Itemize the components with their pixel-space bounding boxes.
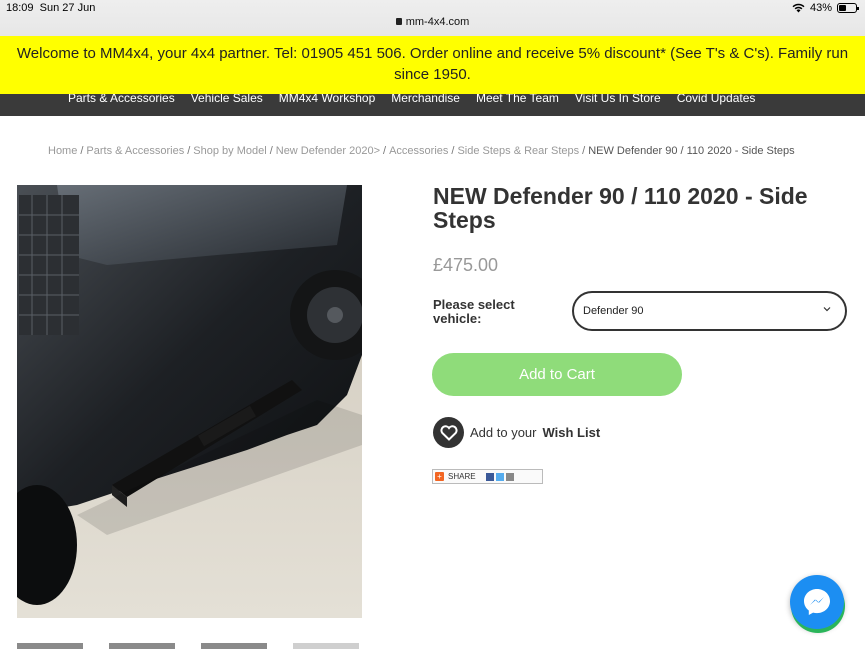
product-title: NEW Defender 90 / 110 2020 - Side Steps <box>433 183 808 233</box>
promo-text: Welcome to MM4x4, your 4x4 partner. Tel:… <box>16 45 849 83</box>
thumbnail-strip <box>17 643 359 649</box>
breadcrumb-side-steps[interactable]: Side Steps & Rear Steps <box>457 145 579 157</box>
wishlist-circle <box>433 417 464 448</box>
nav-item-parts-accessories[interactable]: Parts & Accessories <box>68 94 175 105</box>
ios-status-bar: 18:09 Sun 27 Jun 43% mm-4x4.com <box>0 0 865 36</box>
email-icon <box>505 472 514 481</box>
status-indicators: 43% <box>792 2 859 14</box>
main-nav: Parts & Accessories Vehicle Sales MM4x4 … <box>0 94 865 116</box>
chevron-down-icon <box>823 307 831 312</box>
wishlist-link[interactable]: Add to your Wish List <box>433 417 600 448</box>
thumbnail-3[interactable] <box>201 643 267 649</box>
breadcrumb-new-defender[interactable]: New Defender 2020> <box>276 145 380 157</box>
nav-item-vehicle-sales[interactable]: Vehicle Sales <box>191 94 263 105</box>
heart-icon <box>439 424 458 441</box>
nav-item-merchandise[interactable]: Merchandise <box>391 94 460 105</box>
promo-banner: Welcome to MM4x4, your 4x4 partner. Tel:… <box>0 36 865 94</box>
breadcrumb-current: NEW Defender 90 / 110 2020 - Side Steps <box>588 145 795 157</box>
thumbnail-4[interactable] <box>293 643 359 649</box>
twitter-icon <box>495 472 504 481</box>
vehicle-side-step-photo <box>17 185 362 618</box>
breadcrumb-parts-accessories[interactable]: Parts & Accessories <box>86 145 184 157</box>
url-text: mm-4x4.com <box>405 16 470 28</box>
breadcrumb-shop-by-model[interactable]: Shop by Model <box>193 145 266 157</box>
clock-time: 18:09 <box>6 2 34 14</box>
vehicle-select-value: Defender 90 <box>583 305 644 317</box>
address-bar[interactable]: mm-4x4.com <box>0 16 865 28</box>
messenger-icon <box>804 589 830 615</box>
battery-percent: 43% <box>809 2 832 14</box>
nav-item-workshop[interactable]: MM4x4 Workshop <box>279 94 375 105</box>
wifi-icon <box>792 3 805 13</box>
clock-date: Sun 27 Jun <box>39 2 96 14</box>
breadcrumb: Home / Parts & Accessories / Shop by Model / N… <box>48 145 795 157</box>
nav-item-covid-updates[interactable]: Covid Updates <box>677 94 756 105</box>
share-service-icons <box>485 472 514 481</box>
product-price: £475.00 <box>433 255 499 275</box>
nav-item-visit-store[interactable]: Visit Us In Store <box>575 94 661 105</box>
share-button[interactable]: + SHARE <box>432 469 543 484</box>
status-time: 18:09 Sun 27 Jun <box>6 2 95 14</box>
nav-item-meet-the-team[interactable]: Meet The Team <box>476 94 559 105</box>
wishlist-prefix: Add to your <box>470 425 537 440</box>
thumbnail-2[interactable] <box>109 643 175 649</box>
facebook-icon <box>485 472 494 481</box>
product-image[interactable] <box>17 185 362 618</box>
vehicle-select[interactable]: Defender 90 <box>572 291 847 331</box>
share-label: SHARE <box>448 472 476 481</box>
share-plus-icon: + <box>435 472 444 481</box>
lock-icon <box>395 18 402 25</box>
wishlist-bold: Wish List <box>542 425 601 440</box>
thumbnail-1[interactable] <box>17 643 83 649</box>
breadcrumb-accessories[interactable]: Accessories <box>389 145 448 157</box>
battery-icon <box>837 3 859 13</box>
messenger-chat-button[interactable] <box>790 575 844 629</box>
breadcrumb-home[interactable]: Home <box>48 145 77 157</box>
add-to-cart-button[interactable]: Add to Cart <box>432 353 682 396</box>
vehicle-select-label: Please select vehicle: <box>433 297 515 326</box>
